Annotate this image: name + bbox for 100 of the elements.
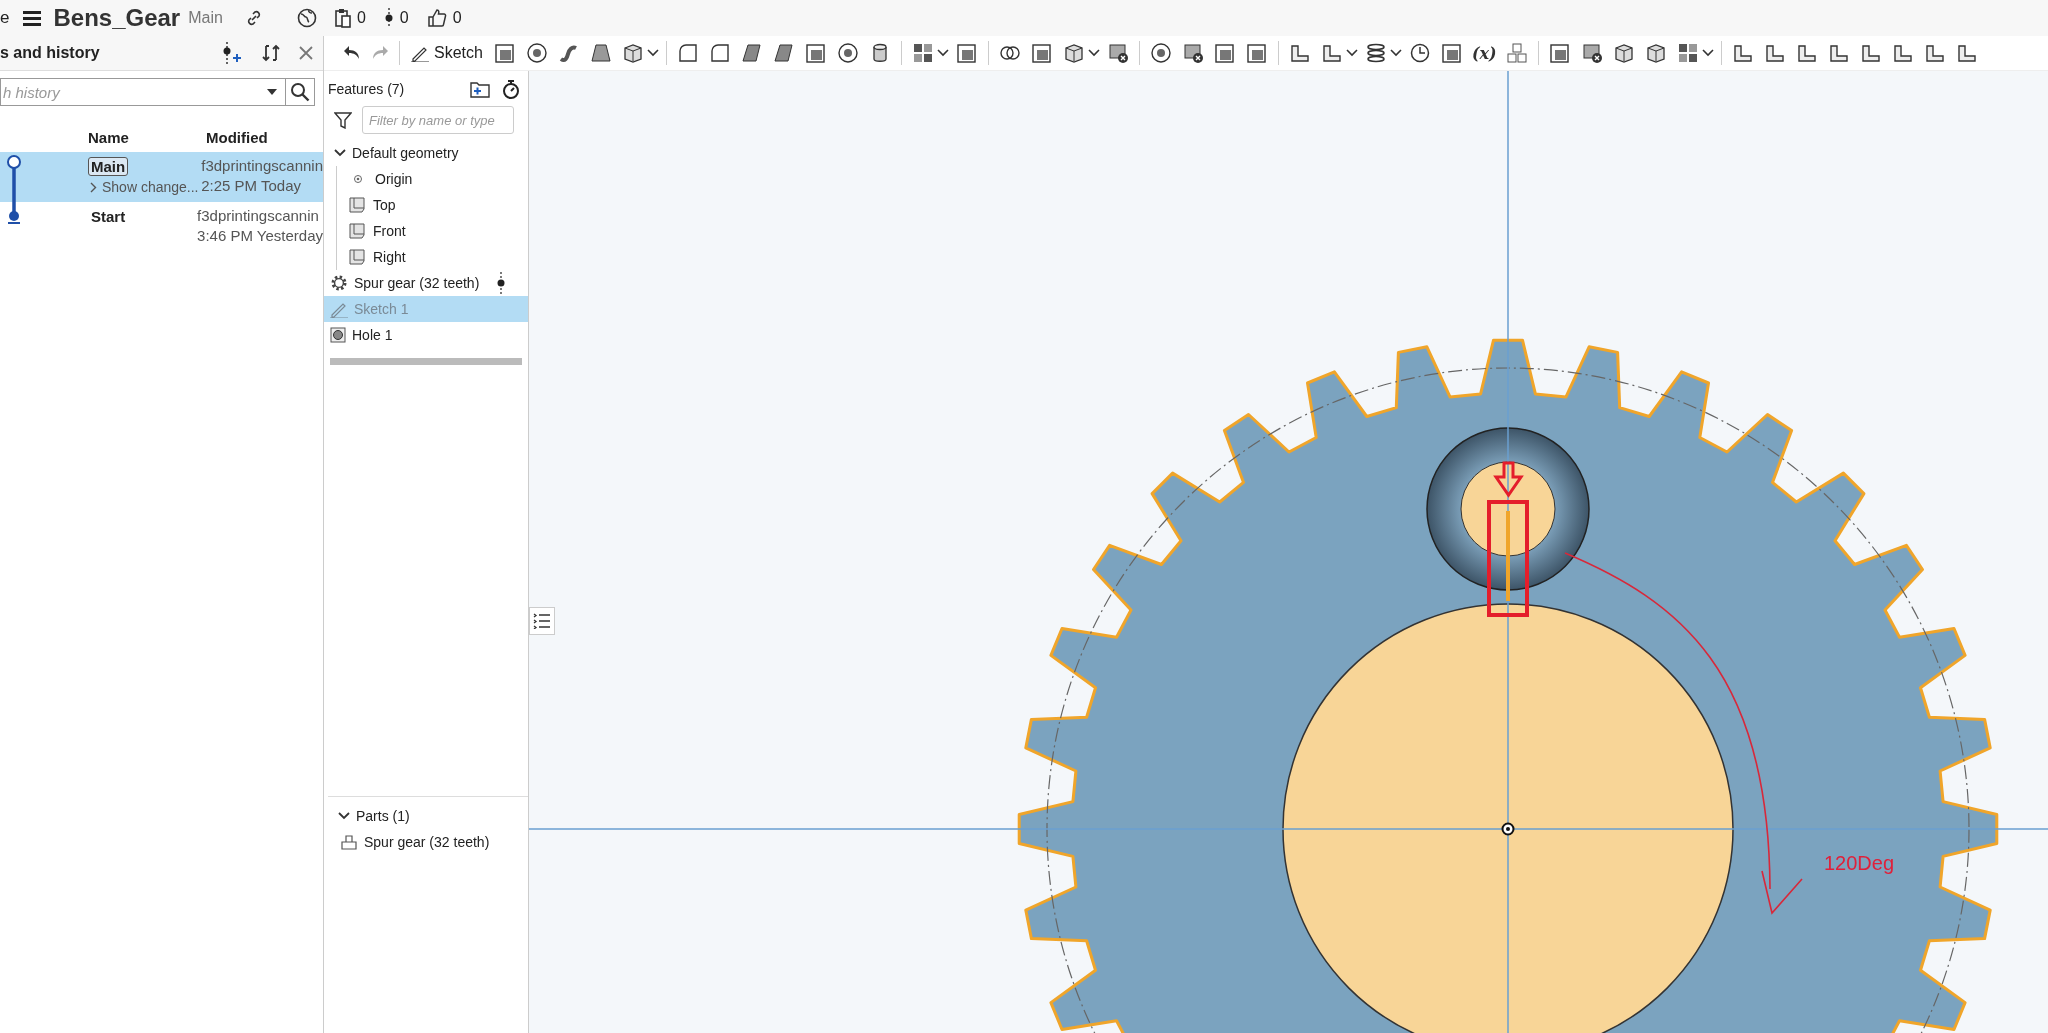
curve-icon[interactable] [557,42,580,64]
undo-icon[interactable] [343,45,361,61]
caret-icon[interactable] [646,49,659,57]
cubes-icon[interactable] [1505,42,1528,64]
cube-icon[interactable] [1062,42,1085,64]
feature-item[interactable]: Default geometry [324,140,528,166]
block-icon[interactable] [1548,42,1571,64]
version-row[interactable]: Main Show change... f3dprintingscannin 2:25 PM Today [0,152,323,202]
grid-icon[interactable] [911,42,934,64]
caret-icon[interactable] [1345,49,1358,57]
chevron-icon[interactable] [90,181,97,193]
search-button[interactable] [285,78,315,106]
close-icon[interactable] [299,46,313,60]
show-changes-link[interactable]: Show change... [102,179,199,195]
block-icon[interactable] [955,42,978,64]
scrollbar[interactable] [330,358,522,365]
part-label: Spur gear (32 teeth) [364,834,490,850]
globe-icon[interactable] [296,8,317,28]
feature-item[interactable]: Right [337,244,528,270]
block-icon[interactable] [493,42,516,64]
caret-icon[interactable] [338,812,350,820]
compare-icon[interactable] [261,43,281,63]
gear-icon [330,274,348,292]
hole-icon [330,327,346,343]
add-version-icon[interactable] [221,42,243,64]
bent-sheet-icon[interactable] [1795,42,1818,64]
grid-icon[interactable] [1676,42,1699,64]
thumbs-up-icon[interactable] [426,8,447,28]
caret-icon[interactable] [1087,49,1100,57]
caret-icon[interactable] [1389,49,1402,57]
clock-icon[interactable] [1408,42,1431,64]
caret-icon[interactable] [1701,49,1714,57]
menu-icon[interactable] [23,10,42,26]
spring-icon[interactable] [1364,42,1387,64]
caret-icon[interactable] [936,49,949,57]
bent-sheet-icon[interactable] [1859,42,1882,64]
feature-item[interactable]: Origin [337,166,528,192]
feature-item[interactable]: Top [337,192,528,218]
block-icon[interactable] [1245,42,1268,64]
bent-sheet-icon[interactable] [1827,42,1850,64]
variable-button[interactable]: (x) [1467,43,1501,63]
delete-icon[interactable] [1181,42,1204,64]
bent-sheet-icon[interactable] [1731,42,1754,64]
feature-label: Top [373,197,396,213]
rollback-bar-icon[interactable] [497,272,506,294]
feature-item[interactable]: Front [337,218,528,244]
list-icon [533,613,551,629]
add-folder-icon[interactable] [470,80,490,98]
bent-sheet-icon[interactable] [1288,42,1311,64]
column-header: Modified [206,129,268,146]
branch-icon[interactable] [383,8,394,28]
cube-icon[interactable] [1612,42,1635,64]
feature-label: Sketch 1 [354,301,409,317]
caret-icon[interactable] [334,149,346,157]
cube-icon[interactable] [621,42,644,64]
clipboard-icon[interactable] [334,8,351,28]
document-title: Bens_Gear [53,4,181,32]
panel-title: s and history [0,44,101,62]
bent-sheet-icon[interactable] [1891,42,1914,64]
feature-item[interactable]: Hole 1 [324,322,528,348]
bent-sheet-icon[interactable] [1320,42,1343,64]
wedge-icon[interactable] [772,42,795,64]
part-item[interactable]: Spur gear (32 teeth) [328,829,528,855]
filter-field[interactable]: Filter by name or type [362,106,514,134]
delete-icon[interactable] [1580,42,1603,64]
block-icon[interactable] [1030,42,1053,64]
bent-sheet-icon[interactable] [1955,42,1978,64]
block-icon[interactable] [1213,42,1236,64]
sketch-button[interactable]: Sketch [405,44,489,62]
filter-icon[interactable] [334,111,352,129]
search-field[interactable]: h history [0,78,285,106]
block-icon[interactable] [1440,42,1463,64]
app-name-fragment: e [0,8,10,28]
count-value: 0 [399,9,409,27]
parts-title: Parts (1) [356,808,410,824]
cone-icon[interactable] [589,42,612,64]
delete-icon[interactable] [1106,42,1129,64]
wedge-icon[interactable] [740,42,763,64]
cube-icon[interactable] [1644,42,1667,64]
list-toggle-button[interactable] [529,607,555,635]
disc-icon[interactable] [525,42,548,64]
plane-icon [349,249,367,265]
disc-icon[interactable] [836,42,859,64]
feature-item[interactable]: Spur gear (32 teeth) [324,270,528,296]
time-text: 2:25 PM Today [201,177,303,194]
version-name: Main [88,157,129,176]
disc-icon[interactable] [1149,42,1172,64]
dropdown-caret-icon[interactable] [267,89,277,95]
branch-label: Main [188,9,223,27]
bent-sheet-icon[interactable] [1923,42,1946,64]
part-icon [340,834,358,850]
version-row[interactable]: Start f3dprintingscannin 3:46 PM Yesterday [0,202,323,252]
block-icon[interactable] [804,42,827,64]
stopwatch-icon[interactable] [502,79,520,99]
feature-label: Origin [375,171,413,187]
feature-label: Right [373,249,406,265]
bent-sheet-icon[interactable] [1763,42,1786,64]
feature-label: Hole 1 [352,327,393,343]
search-icon [290,82,310,102]
feature-label: Default geometry [352,145,459,161]
